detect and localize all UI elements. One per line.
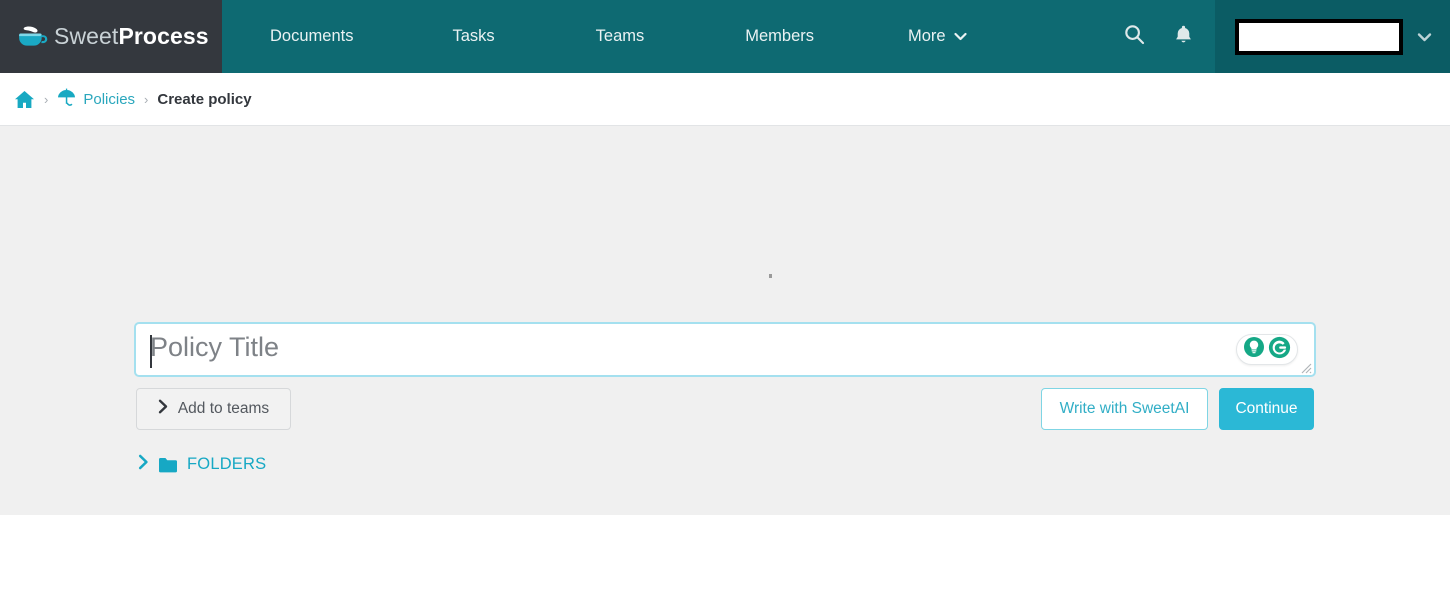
brand-name-light: Sweet xyxy=(54,23,119,49)
breadcrumb: › Policies › Create policy xyxy=(0,73,1450,126)
breadcrumb-separator-1: › xyxy=(44,91,49,107)
policy-title-input[interactable] xyxy=(134,322,1316,377)
user-name-field[interactable] xyxy=(1235,18,1403,55)
writing-assistant-badge[interactable] xyxy=(1236,334,1298,365)
search-icon xyxy=(1124,24,1145,50)
bell-icon xyxy=(1174,24,1193,50)
notifications-button[interactable] xyxy=(1163,0,1203,73)
grammarly-g-icon[interactable] xyxy=(1268,336,1291,364)
policy-title-field-wrapper xyxy=(134,322,1316,377)
text-cursor xyxy=(150,335,152,368)
top-navigation-bar: SweetProcess Documents Tasks Teams Membe… xyxy=(0,0,1450,73)
lightbulb-icon[interactable] xyxy=(1243,336,1265,363)
coffee-cup-icon xyxy=(18,24,48,50)
action-button-row: Add to teams Write with SweetAI Continue xyxy=(0,388,1450,430)
resize-grip-icon[interactable] xyxy=(1299,361,1312,374)
brand-logo[interactable]: SweetProcess xyxy=(0,0,222,73)
add-to-teams-button[interactable]: Add to teams xyxy=(136,388,291,430)
folders-label: FOLDERS xyxy=(187,455,267,473)
main-nav-links: Documents Tasks Teams Members More xyxy=(222,0,989,73)
nav-item-members[interactable]: Members xyxy=(723,0,836,73)
chevron-right-icon xyxy=(158,399,168,419)
folders-toggle[interactable]: FOLDERS xyxy=(138,454,266,475)
create-policy-panel: Add to teams Write with SweetAI Continue… xyxy=(0,126,1450,515)
stray-dot-artifact xyxy=(769,274,772,278)
breadcrumb-link-policies[interactable]: Policies xyxy=(57,88,135,111)
write-with-sweetai-button[interactable]: Write with SweetAI xyxy=(1041,388,1208,430)
nav-item-teams[interactable]: Teams xyxy=(574,0,667,73)
nav-right-cluster xyxy=(1114,0,1450,73)
page-bottom-whitespace xyxy=(0,515,1450,608)
nav-item-tasks-label: Tasks xyxy=(452,27,495,45)
nav-item-documents-label: Documents xyxy=(270,27,354,45)
add-to-teams-button-label: Add to teams xyxy=(177,400,270,417)
chevron-right-icon xyxy=(138,454,149,475)
chevron-down-icon xyxy=(954,32,967,41)
breadcrumb-current-page: Create policy xyxy=(157,90,252,108)
nav-item-teams-label: Teams xyxy=(595,27,645,45)
breadcrumb-link-policies-label: Policies xyxy=(83,90,136,108)
user-menu[interactable] xyxy=(1215,0,1450,73)
continue-button[interactable]: Continue xyxy=(1219,388,1314,430)
nav-item-more[interactable]: More xyxy=(886,0,989,73)
nav-item-documents[interactable]: Documents xyxy=(248,0,375,73)
brand-name-bold: Process xyxy=(118,23,209,49)
home-icon[interactable] xyxy=(14,90,35,109)
umbrella-icon xyxy=(57,88,76,111)
folder-icon xyxy=(158,457,178,473)
chevron-down-icon[interactable] xyxy=(1417,32,1432,42)
search-button[interactable] xyxy=(1114,0,1154,73)
nav-item-members-label: Members xyxy=(745,27,815,45)
nav-item-tasks[interactable]: Tasks xyxy=(430,0,516,73)
breadcrumb-separator-2: › xyxy=(144,91,149,107)
nav-item-more-label: More xyxy=(908,27,946,45)
brand-name: SweetProcess xyxy=(54,25,209,48)
